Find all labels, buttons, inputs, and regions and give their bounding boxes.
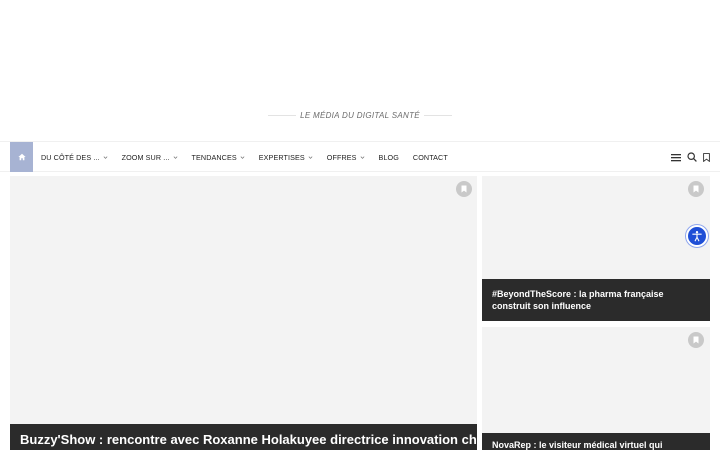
- menu-item-label: OFFRES: [326, 152, 357, 162]
- menu-item-contact[interactable]: CONTACT: [413, 153, 448, 162]
- bookmark-article-button[interactable]: [688, 332, 704, 348]
- bookmark-icon: [703, 152, 710, 162]
- menu-item-label: CONTACT: [412, 152, 448, 162]
- accessibility-icon: [692, 231, 702, 242]
- nav-actions: [665, 142, 710, 172]
- bookmark-icon: [461, 185, 467, 193]
- page: LE MÉDIA DU DIGITAL SANTÉ DU CÔTÉ DES ..…: [0, 0, 720, 450]
- accessibility-button[interactable]: [686, 225, 708, 247]
- featured-article-card[interactable]: Buzzy'Show : rencontre avec Roxanne Hola…: [10, 176, 477, 450]
- search-button[interactable]: [687, 152, 697, 162]
- search-icon: [687, 152, 697, 162]
- hamburger-menu-button[interactable]: [671, 153, 681, 162]
- chevron-down-icon: [103, 155, 108, 159]
- menu-item-blog[interactable]: BLOG: [379, 153, 399, 162]
- tagline-divider-left: [268, 114, 297, 116]
- article-title[interactable]: Buzzy'Show : rencontre avec Roxanne Hola…: [10, 424, 477, 450]
- menu-item-label: TENDANCES: [191, 152, 237, 162]
- bookmark-article-button[interactable]: [456, 181, 472, 197]
- chevron-down-icon: [308, 155, 313, 159]
- menu-item-expertises[interactable]: EXPERTISES: [259, 153, 313, 162]
- chevron-down-icon: [173, 155, 177, 159]
- menu-item-label: BLOG: [378, 152, 399, 162]
- site-tagline: LE MÉDIA DU DIGITAL SANTÉ: [300, 110, 420, 120]
- home-icon: [17, 153, 26, 161]
- article-title[interactable]: #BeyondTheScore : la pharma française co…: [482, 279, 710, 321]
- menu-item-tendances[interactable]: TENDANCES: [192, 153, 245, 162]
- tagline-row: LE MÉDIA DU DIGITAL SANTÉ: [0, 106, 720, 124]
- menu-item-offres[interactable]: OFFRES: [327, 153, 365, 162]
- tagline-divider-right: [423, 114, 452, 116]
- menu-item-label: ZOOM SUR ...: [121, 152, 170, 162]
- bookmark-icon: [693, 336, 699, 344]
- hamburger-menu-icon: [671, 153, 681, 161]
- article-card[interactable]: #BeyondTheScore : la pharma française co…: [482, 176, 710, 321]
- bookmarks-button[interactable]: [703, 152, 710, 162]
- main-navigation: DU CÔTÉ DES ... ZOOM SUR ... TENDANCES E…: [0, 141, 720, 172]
- bookmark-icon: [693, 185, 699, 193]
- article-title[interactable]: NovaRep : le visiteur médical virtuel qu…: [482, 433, 710, 450]
- menu-item-label: DU CÔTÉ DES ...: [41, 152, 100, 162]
- menu-item-label: EXPERTISES: [258, 152, 305, 162]
- menu-item-du-cote-des[interactable]: DU CÔTÉ DES ...: [41, 153, 108, 162]
- menu-item-zoom-sur[interactable]: ZOOM SUR ...: [122, 153, 178, 162]
- article-card[interactable]: NovaRep : le visiteur médical virtuel qu…: [482, 327, 710, 450]
- home-button[interactable]: [10, 142, 33, 172]
- chevron-down-icon: [240, 155, 245, 159]
- menu-list: DU CÔTÉ DES ... ZOOM SUR ... TENDANCES E…: [41, 142, 462, 172]
- bookmark-article-button[interactable]: [688, 181, 704, 197]
- chevron-down-icon: [360, 155, 364, 159]
